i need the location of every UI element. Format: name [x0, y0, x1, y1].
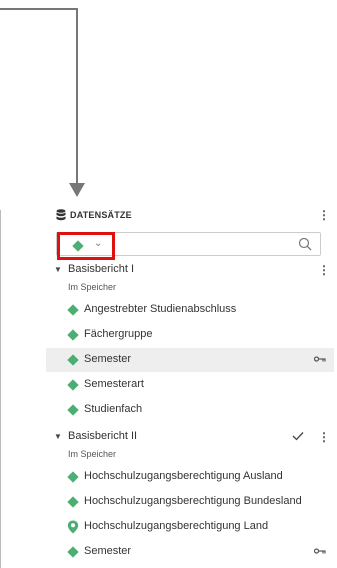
- list-item[interactable]: Semester: [46, 540, 334, 564]
- list-item-label: Hochschulzugangsberechtigung Bundesland: [84, 495, 302, 507]
- diamond-icon: [67, 404, 79, 416]
- list-item[interactable]: Semesterart: [46, 373, 334, 397]
- list-item-label: Semester: [84, 353, 132, 365]
- list-item-label: Hochschulzugangsberechtigung Ausland: [84, 470, 283, 482]
- key-icon: [314, 548, 326, 554]
- list-item-label: Semester: [84, 545, 132, 557]
- list-item-label: Angestrebter Studienabschluss: [84, 303, 237, 315]
- map-pin-icon: [67, 520, 79, 534]
- check-icon: [292, 432, 304, 441]
- panel-divider: [0, 210, 1, 568]
- group-label: Basisbericht II: [68, 430, 138, 442]
- list-item-selected[interactable]: Semester: [46, 348, 334, 372]
- group-menu-icon[interactable]: ⋮: [318, 430, 330, 444]
- group-label: Basisbericht I: [68, 263, 135, 275]
- list-item[interactable]: Studienfach: [46, 398, 334, 422]
- search-icon[interactable]: [298, 237, 312, 251]
- list-item-label: Studienfach: [84, 403, 143, 415]
- panel-title: DATENSÄTZE: [70, 210, 132, 220]
- panel-menu-icon[interactable]: ⋮: [318, 208, 330, 222]
- search-bar: ⌄: [56, 232, 321, 260]
- diamond-icon: [72, 240, 84, 252]
- diamond-icon: [67, 546, 79, 558]
- filter-type-button[interactable]: ⌄: [57, 232, 115, 260]
- callout-arrowhead-icon: [69, 183, 85, 197]
- datasets-panel: DATENSÄTZE ⋮ ⌄ ▼ Basisbericht I ⋮ Im Spe…: [46, 200, 334, 568]
- group-sublabel: Im Speicher: [68, 449, 117, 459]
- list-item[interactable]: Hochschulzugangsberechtigung Bundesland: [46, 490, 334, 514]
- callout-line-horizontal: [0, 8, 78, 10]
- group-sublabel: Im Speicher: [68, 282, 117, 292]
- list-item-label: Fächergruppe: [84, 328, 153, 340]
- caret-down-icon: ▼: [54, 265, 62, 274]
- list-item-label: Hochschulzugangsberechtigung Land: [84, 520, 269, 532]
- callout-line-vertical: [76, 8, 78, 186]
- list-item[interactable]: Hochschulzugangsberechtigung Land: [46, 515, 334, 539]
- panel-header: DATENSÄTZE ⋮: [46, 206, 334, 224]
- database-icon: [56, 209, 66, 221]
- caret-down-icon: ▼: [54, 432, 62, 441]
- chevron-down-icon: ⌄: [94, 238, 103, 249]
- list-item[interactable]: Fächergruppe: [46, 323, 334, 347]
- key-icon: [314, 356, 326, 362]
- list-item[interactable]: Angestrebter Studienabschluss: [46, 298, 334, 322]
- group-sublabel-row: Im Speicher: [46, 276, 334, 296]
- diamond-icon: [67, 496, 79, 508]
- diamond-icon: [67, 471, 79, 483]
- group-menu-icon[interactable]: ⋮: [318, 263, 330, 277]
- group-sublabel-row: Im Speicher: [46, 443, 334, 463]
- diamond-icon: [67, 379, 79, 391]
- list-item[interactable]: Hochschulzugangsberechtigung Ausland: [46, 465, 334, 489]
- diamond-icon: [67, 304, 79, 316]
- list-item-label: Semesterart: [84, 378, 144, 390]
- diamond-icon: [67, 329, 79, 341]
- diamond-icon: [67, 354, 79, 366]
